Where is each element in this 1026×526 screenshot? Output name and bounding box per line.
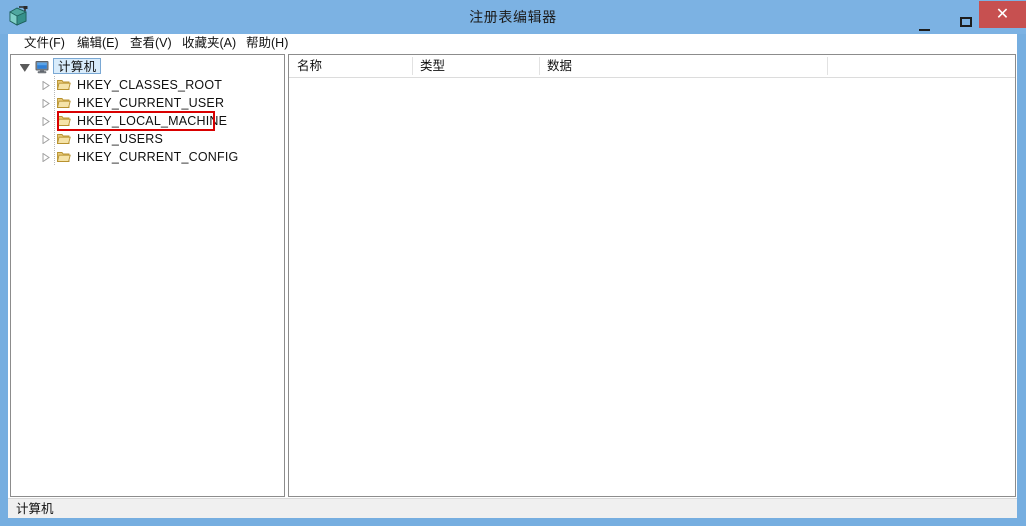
tree-node-0-label: HKEY_CLASSES_ROOT — [77, 78, 223, 92]
chevron-right-icon[interactable] — [41, 112, 51, 130]
registry-tree: 计算机 HKEY_CLASSES_ROOT HKEY_CURRENT_USER HKE… — [11, 55, 284, 166]
close-icon: ✕ — [995, 6, 1010, 23]
tree-node-1[interactable]: HKEY_CURRENT_USER — [11, 94, 284, 112]
minimize-icon — [918, 29, 930, 31]
tree-node-4[interactable]: HKEY_CURRENT_CONFIG — [11, 148, 284, 166]
tree-node-3-label: HKEY_USERS — [77, 132, 164, 146]
title-bar: 注册表编辑器 ✕ — [0, 0, 1026, 34]
column-divider-2[interactable] — [539, 57, 540, 75]
content-area: 计算机 HKEY_CLASSES_ROOT HKEY_CURRENT_USER HKE… — [8, 53, 1017, 498]
folder-icon — [56, 77, 72, 93]
column-divider-1[interactable] — [412, 57, 413, 75]
tree-node-2-label: HKEY_LOCAL_MACHINE — [77, 114, 228, 128]
menu-item-2[interactable]: 查看(V) — [124, 34, 178, 53]
status-bar: 计算机 — [8, 498, 1017, 518]
computer-icon — [34, 59, 50, 75]
column-header-2[interactable]: 数据 — [539, 55, 827, 77]
menu-item-3[interactable]: 收藏夹(A) — [176, 34, 242, 53]
chevron-down-icon[interactable] — [20, 58, 30, 76]
chevron-right-icon[interactable] — [41, 130, 51, 148]
window-title: 注册表编辑器 — [469, 9, 557, 25]
menu-item-1[interactable]: 编辑(E) — [71, 34, 125, 53]
tree-node-4-label: HKEY_CURRENT_CONFIG — [77, 150, 239, 164]
tree-node-1-label: HKEY_CURRENT_USER — [77, 96, 225, 110]
status-text: 计算机 — [16, 502, 54, 516]
tree-node-3[interactable]: HKEY_USERS — [11, 130, 284, 148]
close-button[interactable]: ✕ — [979, 1, 1026, 28]
column-header-1[interactable]: 类型 — [412, 55, 539, 77]
column-header-3[interactable] — [827, 55, 1015, 77]
menu-item-4[interactable]: 帮助(H) — [240, 34, 294, 53]
tree-node-root[interactable]: 计算机 — [11, 58, 284, 76]
folder-icon — [56, 113, 72, 129]
menu-item-0[interactable]: 文件(F) — [18, 34, 71, 53]
value-list-body[interactable] — [289, 78, 1015, 496]
tree-node-2[interactable]: HKEY_LOCAL_MACHINE — [11, 112, 284, 130]
maximize-icon — [960, 17, 972, 27]
registry-editor-window: 注册表编辑器 ✕ 文件(F) 编辑(E) 查看(V) 收藏夹(A) 帮助(H) 计算机 H… — [0, 0, 1026, 526]
folder-icon — [56, 131, 72, 147]
column-header-0[interactable]: 名称 — [289, 55, 412, 77]
menu-bar: 文件(F) 编辑(E) 查看(V) 收藏夹(A) 帮助(H) — [8, 34, 1017, 54]
value-list-header: 名称 类型 数据 — [289, 55, 1015, 78]
value-list-panel[interactable]: 名称 类型 数据 — [288, 54, 1016, 497]
column-divider-3[interactable] — [827, 57, 828, 75]
chevron-right-icon[interactable] — [41, 94, 51, 112]
minimize-button[interactable] — [902, 0, 946, 31]
chevron-right-icon[interactable] — [41, 76, 51, 94]
folder-icon — [56, 149, 72, 165]
tree-node-0[interactable]: HKEY_CLASSES_ROOT — [11, 76, 284, 94]
folder-icon — [56, 95, 72, 111]
chevron-right-icon[interactable] — [41, 148, 51, 166]
registry-tree-panel[interactable]: 计算机 HKEY_CLASSES_ROOT HKEY_CURRENT_USER HKE… — [10, 54, 285, 497]
tree-node-root-label: 计算机 — [53, 58, 102, 74]
